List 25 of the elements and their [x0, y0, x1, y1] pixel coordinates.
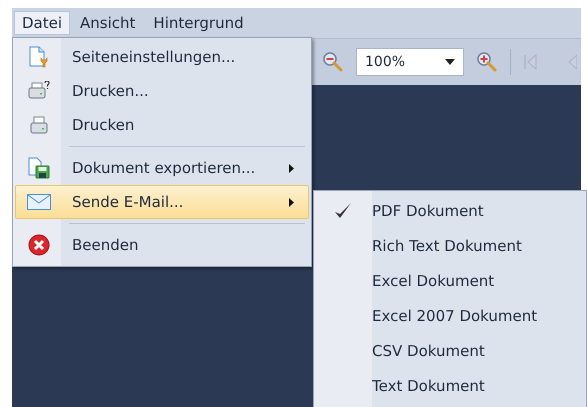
menu-item[interactable]: Dokument exportieren...: [15, 151, 309, 185]
close-icon: [28, 234, 50, 256]
menu-item[interactable]: PDF Dokument: [314, 193, 586, 228]
menu-item[interactable]: Text Dokument: [314, 368, 586, 403]
menu-item[interactable]: Excel 2007 Dokument: [314, 298, 586, 333]
menu-item[interactable]: Rich Text Dokument: [314, 228, 586, 263]
menu-item[interactable]: Drucken...: [15, 74, 309, 108]
zoom-in-icon[interactable]: [476, 51, 498, 73]
menu-bar-item[interactable]: Ansicht: [72, 11, 144, 35]
dropdown-arrow-icon[interactable]: [445, 59, 455, 65]
menu-bar-item[interactable]: Hintergrund: [145, 11, 252, 35]
printer-icon: [30, 116, 48, 134]
zoom-out-icon[interactable]: [322, 51, 344, 73]
menu-item[interactable]: Excel Dokument: [314, 263, 586, 298]
envelope-icon: [27, 194, 51, 210]
menu-item[interactable]: CSV Dokument: [314, 333, 586, 368]
page-disk-icon: [28, 157, 50, 179]
menu-item[interactable]: Drucken: [15, 108, 309, 142]
menu-item[interactable]: Sende E-Mail...: [15, 185, 309, 219]
menu-item[interactable]: Beenden: [15, 228, 309, 262]
printer-question-icon: [28, 81, 50, 101]
menu-bar-item[interactable]: Datei: [14, 11, 70, 35]
page-wrench-icon: [29, 46, 49, 68]
menu-item[interactable]: Seiteneinstellungen...: [15, 40, 309, 74]
zoom-dropdown[interactable]: 100%: [356, 48, 464, 76]
